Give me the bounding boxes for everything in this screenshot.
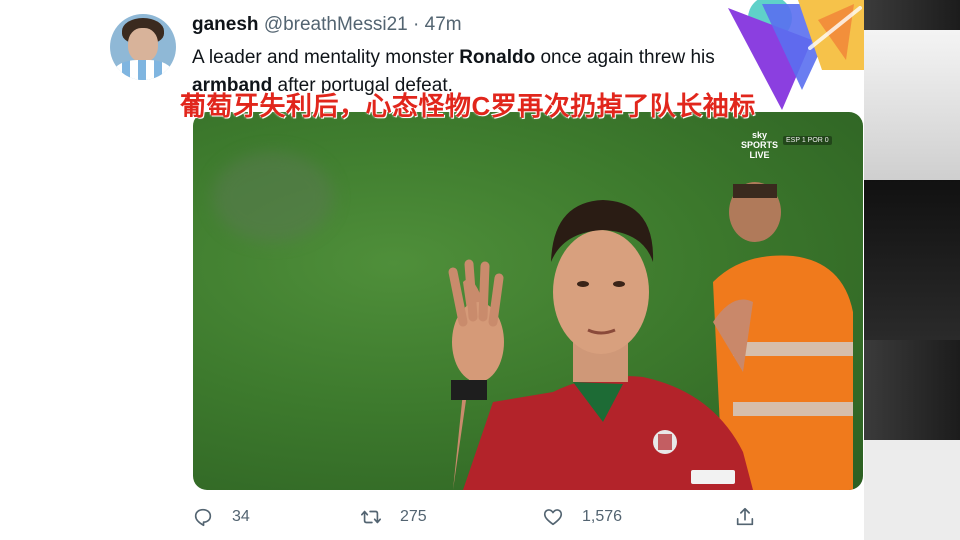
reply-button[interactable]: 34 [192,502,250,532]
watermark-logo-icon [728,0,864,110]
broadcaster-logo: sky SPORTS LIVE [741,130,778,160]
avatar-shirt [114,60,172,80]
side-dark-band [864,180,960,340]
tweet-card: ganesh @breathMessi21 · 47m A leader and… [0,0,864,540]
tweet-header: ganesh @breathMessi21 · 47m [192,14,462,38]
tweet-time[interactable]: 47m [425,14,462,35]
reply-count: 34 [232,508,250,525]
tweet-actions: 34 275 1,576 [192,502,772,532]
broadcaster-line: SPORTS [741,140,779,150]
retweet-icon [361,510,381,524]
like-button[interactable]: 1,576 [542,502,622,532]
tweet-text-part: once again threw his [535,47,715,68]
author-name[interactable]: ganesh [192,14,259,35]
broadcaster-line: LIVE [749,150,770,160]
avatar[interactable] [110,14,176,80]
author-handle[interactable]: @breathMessi21 [264,14,408,35]
reply-icon [194,508,212,527]
tweet-text-part: A leader and mentality monster [192,47,460,68]
like-count: 1,576 [582,508,623,525]
retweet-button[interactable]: 275 [360,502,427,532]
separator: · [413,14,420,35]
tweet-media-image[interactable]: sky SPORTS LIVE ESP 1 POR 0 [193,112,863,490]
broadcaster-line: sky [751,130,768,140]
side-light-band [864,440,960,540]
share-button[interactable] [734,502,774,532]
side-highlight [864,30,960,180]
player-figure [448,200,753,490]
score-badge: ESP 1 POR 0 [783,136,832,145]
tweet-text-bold: Ronaldo [459,47,536,68]
background-blur [213,152,333,242]
heart-icon [543,509,563,526]
retweet-count: 275 [400,508,427,525]
video-side-panel [864,0,960,540]
overlay-caption: 葡萄牙失利后，心态怪物C罗再次扔掉了队长袖标 [180,91,756,121]
avatar-face [128,28,158,62]
share-icon [736,507,754,526]
